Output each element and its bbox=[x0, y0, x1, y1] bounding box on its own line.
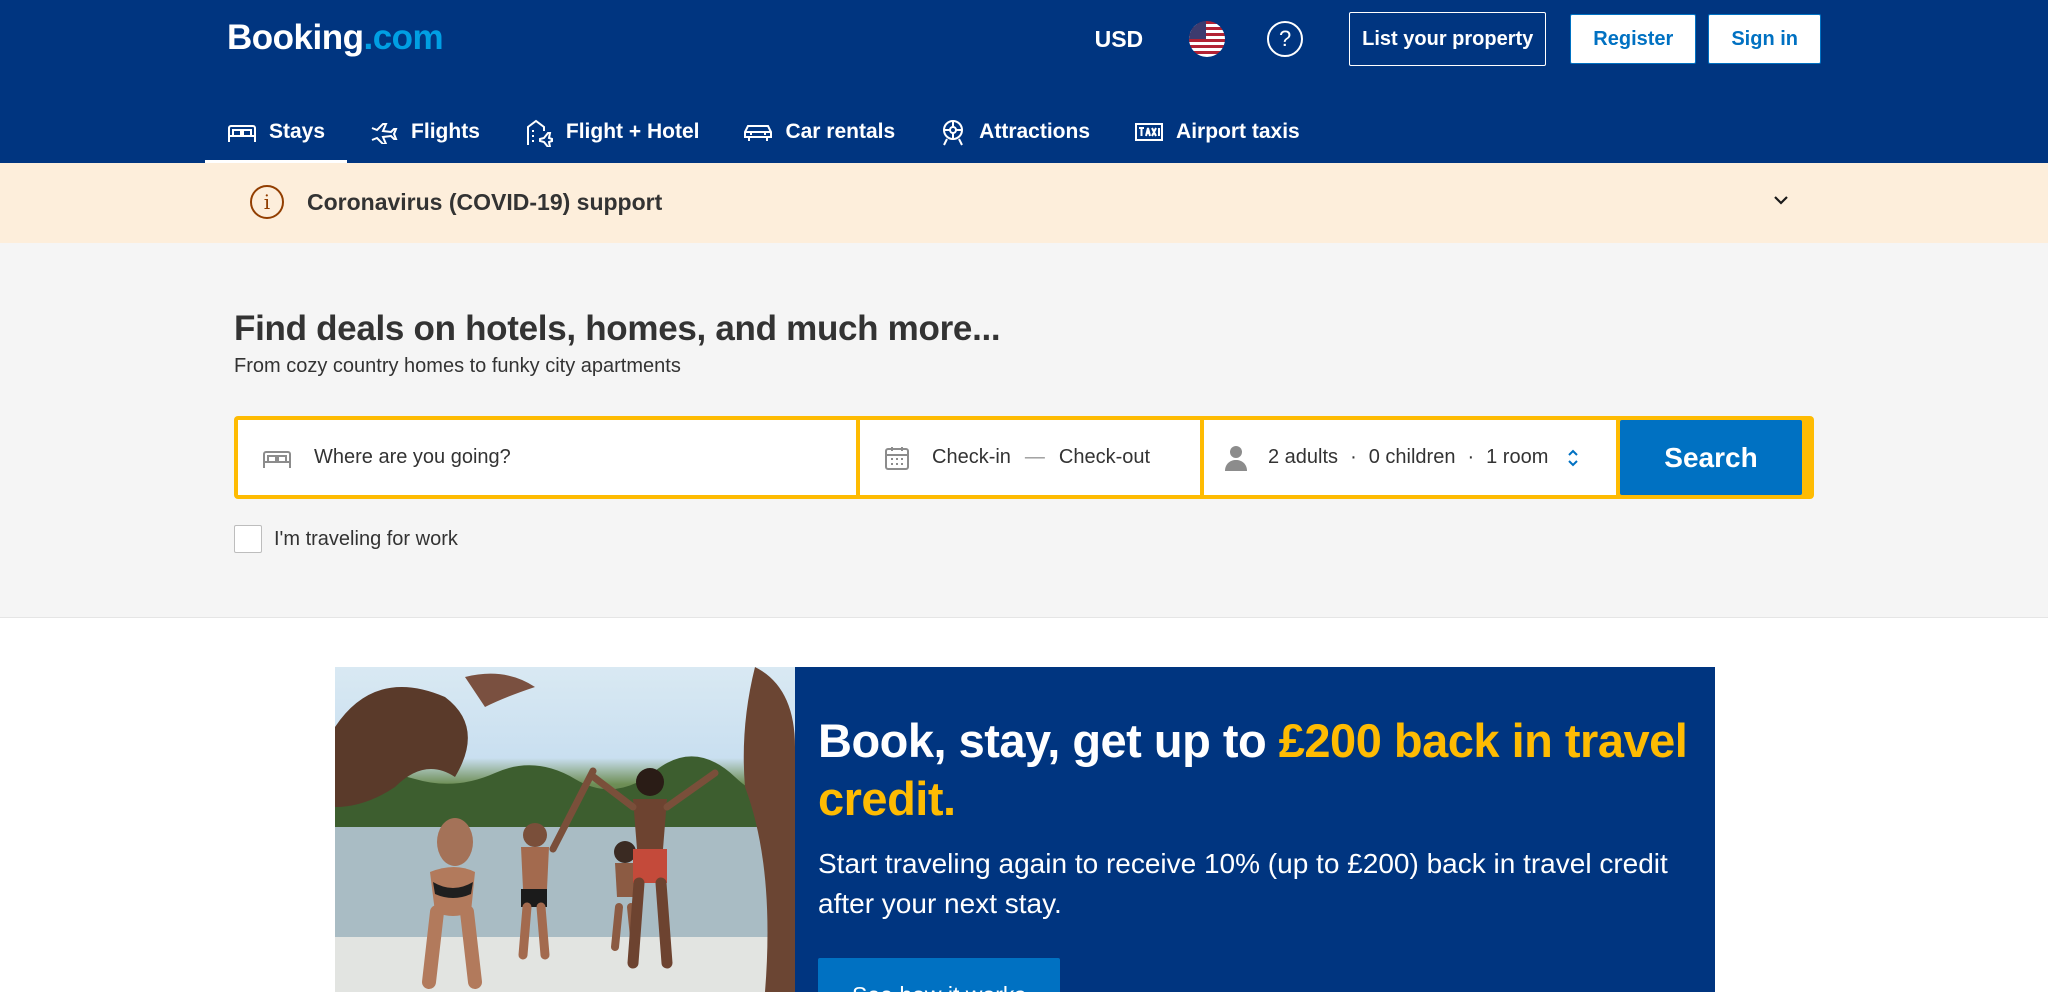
currency-selector[interactable]: USD bbox=[1095, 26, 1144, 53]
see-how-it-works-button[interactable]: See how it works bbox=[818, 958, 1060, 992]
dates-field[interactable]: Check-in — Check-out bbox=[860, 420, 1200, 495]
separator-dot: · bbox=[1467, 446, 1475, 468]
work-travel-label: I'm traveling for work bbox=[274, 527, 458, 550]
nav-tab-attractions[interactable]: Attractions bbox=[917, 100, 1112, 163]
covid-support-banner[interactable]: i Coronavirus (COVID-19) support bbox=[0, 163, 2048, 243]
flight-hotel-icon bbox=[526, 119, 553, 147]
page-title: Find deals on hotels, homes, and much mo… bbox=[234, 309, 1001, 348]
person-icon bbox=[1225, 445, 1247, 471]
product-nav: Stays Flights Flight + Hotel Car rentals… bbox=[205, 100, 1322, 163]
booking-logo[interactable]: Booking .com bbox=[227, 16, 444, 60]
question-circle-icon[interactable]: ? bbox=[1267, 21, 1304, 57]
work-travel-option[interactable]: I'm traveling for work bbox=[234, 525, 458, 553]
date-separator: — bbox=[1024, 446, 1045, 468]
info-icon: i bbox=[250, 185, 284, 219]
nav-tab-airport-taxis[interactable]: Airport taxis bbox=[1112, 100, 1322, 163]
nav-tab-label: Stays bbox=[269, 119, 326, 143]
nav-tab-label: Attractions bbox=[979, 119, 1091, 143]
nav-tab-car-rentals[interactable]: Car rentals bbox=[721, 100, 917, 163]
site-header: Booking .com USD ? List your property Reg… bbox=[0, 0, 2048, 163]
people-running-into-lake-image bbox=[335, 667, 795, 992]
promo-title-main: Book, stay, get up to bbox=[818, 714, 1279, 767]
checkin-label: Check-in bbox=[932, 446, 1011, 468]
search-bar: Where are you going? Check-in — Check-ou… bbox=[234, 416, 1814, 499]
nav-tab-flight-hotel[interactable]: Flight + Hotel bbox=[502, 100, 722, 163]
bed-icon bbox=[228, 124, 256, 142]
calendar-icon bbox=[885, 446, 909, 470]
plane-icon bbox=[371, 122, 398, 144]
nav-tab-label: Flights bbox=[411, 119, 480, 143]
logo-text-domain: .com bbox=[363, 18, 444, 57]
destination-field[interactable]: Where are you going? bbox=[238, 420, 856, 495]
chevron-down-icon[interactable] bbox=[1772, 191, 1790, 209]
sign-in-button[interactable]: Sign in bbox=[1708, 14, 1821, 64]
list-property-button[interactable]: List your property bbox=[1349, 12, 1547, 66]
chevron-up-down-icon bbox=[1568, 449, 1579, 466]
guests-field[interactable]: 2 adults · 0 children · 1 room bbox=[1204, 420, 1616, 495]
page-subtitle: From cozy country homes to funky city ap… bbox=[234, 355, 681, 377]
header-actions: USD ? List your property Register Sign i… bbox=[1095, 12, 1821, 66]
rooms-count: 1 room bbox=[1486, 446, 1549, 468]
attractions-icon bbox=[943, 119, 964, 145]
search-button[interactable]: Search bbox=[1620, 420, 1802, 495]
covid-support-label: Coronavirus (COVID-19) support bbox=[307, 189, 663, 215]
logo-text-main: Booking bbox=[227, 18, 364, 57]
promo-description: Start traveling again to receive 10% (up… bbox=[818, 848, 1668, 919]
work-travel-checkbox[interactable] bbox=[234, 525, 262, 553]
destination-placeholder: Where are you going? bbox=[314, 446, 511, 468]
promo-photo bbox=[335, 667, 795, 992]
search-section: Find deals on hotels, homes, and much mo… bbox=[0, 243, 2048, 618]
nav-tab-flights[interactable]: Flights bbox=[347, 100, 502, 163]
nav-tab-label: Car rentals bbox=[785, 119, 896, 143]
taxi-icon bbox=[1135, 122, 1164, 141]
bed-icon bbox=[263, 450, 291, 468]
nav-tab-label: Airport taxis bbox=[1176, 119, 1300, 143]
us-flag-icon[interactable] bbox=[1189, 21, 1226, 57]
promo-title: Book, stay, get up to £200 back in trave… bbox=[818, 712, 1698, 828]
children-count: 0 children bbox=[1368, 446, 1456, 468]
separator-dot: · bbox=[1350, 446, 1357, 468]
nav-tab-label: Flight + Hotel bbox=[565, 119, 700, 143]
adults-count: 2 adults bbox=[1268, 446, 1339, 468]
register-button[interactable]: Register bbox=[1570, 14, 1697, 64]
nav-tab-stays[interactable]: Stays bbox=[205, 100, 348, 163]
car-icon bbox=[744, 124, 773, 141]
checkout-label: Check-out bbox=[1058, 446, 1151, 468]
